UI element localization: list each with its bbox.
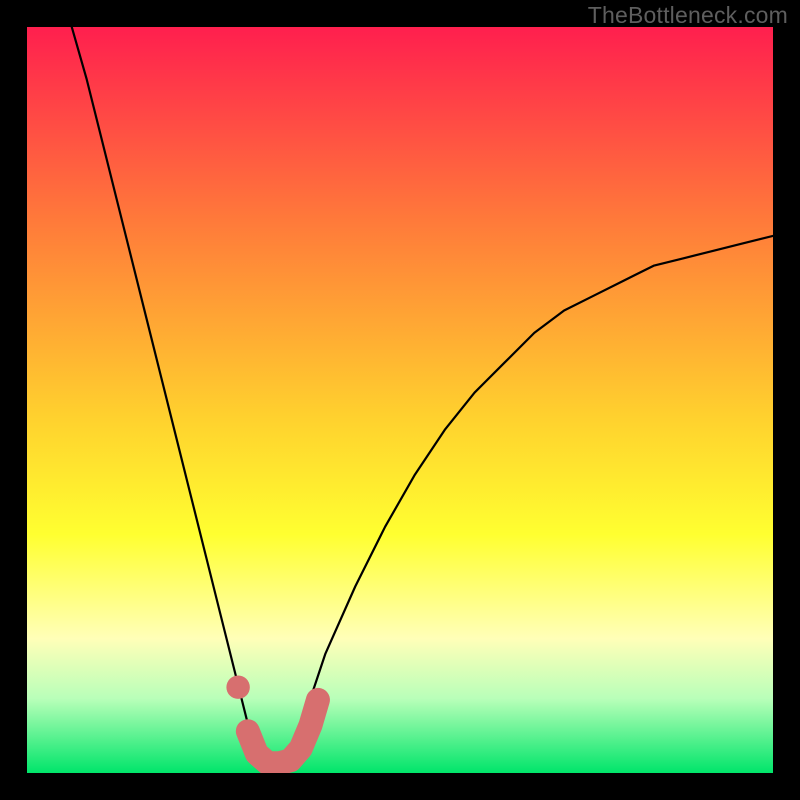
marker-dot	[226, 676, 249, 699]
plot-area	[27, 27, 773, 773]
marker-stroke	[248, 700, 318, 763]
curve-layer	[27, 27, 773, 773]
chart-outer-frame: TheBottleneck.com	[0, 0, 800, 800]
highlighted-points	[226, 676, 318, 764]
watermark-text: TheBottleneck.com	[588, 2, 788, 29]
bottleneck-curve	[72, 27, 773, 773]
